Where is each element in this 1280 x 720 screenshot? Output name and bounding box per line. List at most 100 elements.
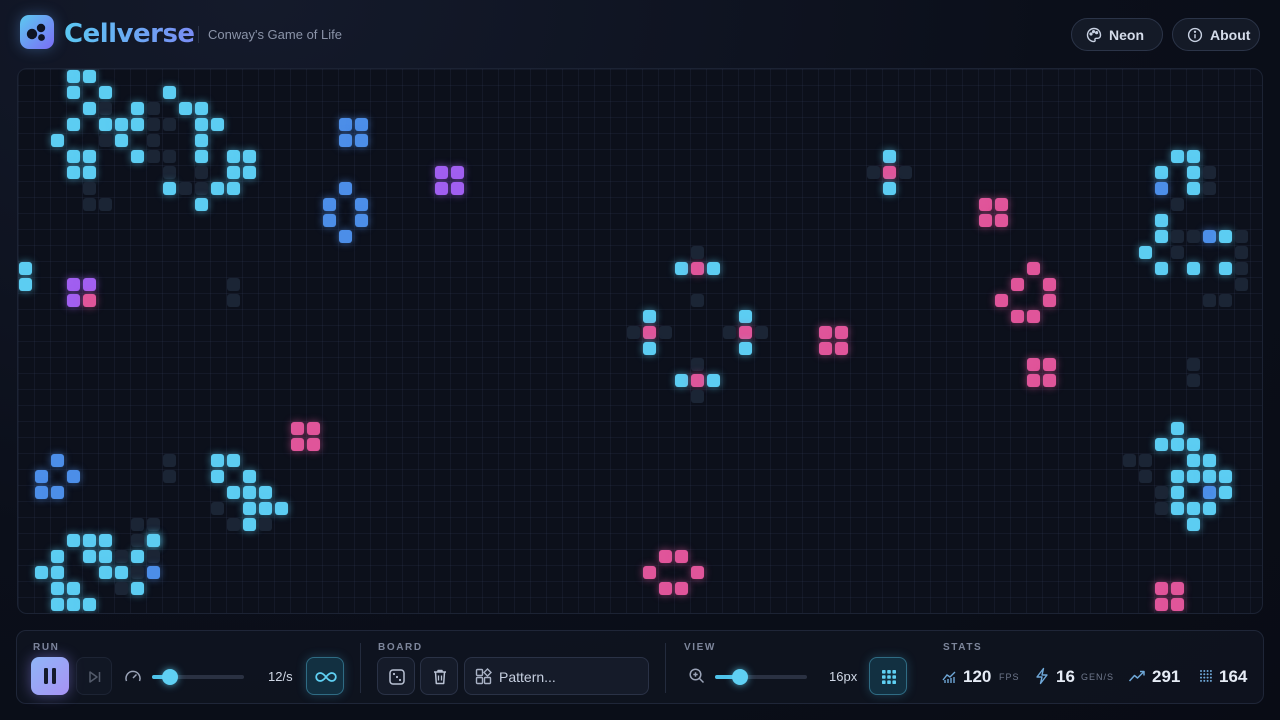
dead-cell-trail[interactable] bbox=[99, 134, 112, 147]
live-cell[interactable] bbox=[51, 582, 64, 595]
live-cell[interactable] bbox=[243, 518, 256, 531]
live-cell-pink[interactable] bbox=[307, 438, 320, 451]
live-cell-pink[interactable] bbox=[659, 550, 672, 563]
live-cell[interactable] bbox=[115, 566, 128, 579]
play-pause-button[interactable] bbox=[31, 657, 69, 695]
dead-cell-trail[interactable] bbox=[147, 550, 160, 563]
dead-cell-trail[interactable] bbox=[259, 518, 272, 531]
live-cell[interactable] bbox=[643, 342, 656, 355]
dead-cell-trail[interactable] bbox=[1139, 470, 1152, 483]
live-cell[interactable] bbox=[1187, 438, 1200, 451]
dead-cell-trail[interactable] bbox=[163, 454, 176, 467]
live-cell[interactable] bbox=[83, 166, 96, 179]
live-cell-pink[interactable] bbox=[1027, 374, 1040, 387]
live-cell[interactable] bbox=[707, 374, 720, 387]
live-cell-pink[interactable] bbox=[659, 582, 672, 595]
live-cell-pink[interactable] bbox=[643, 566, 656, 579]
live-cell-purple[interactable] bbox=[435, 166, 448, 179]
live-cell[interactable] bbox=[1203, 454, 1216, 467]
live-cell-pink[interactable] bbox=[1043, 278, 1056, 291]
live-cell[interactable] bbox=[227, 454, 240, 467]
live-cell-blue[interactable] bbox=[1203, 486, 1216, 499]
live-cell-pink[interactable] bbox=[291, 422, 304, 435]
dead-cell-trail[interactable] bbox=[899, 166, 912, 179]
dead-cell-trail[interactable] bbox=[1219, 294, 1232, 307]
dead-cell-trail[interactable] bbox=[1187, 358, 1200, 371]
dead-cell-trail[interactable] bbox=[867, 166, 880, 179]
dead-cell-trail[interactable] bbox=[227, 278, 240, 291]
speed-slider-thumb[interactable] bbox=[162, 669, 179, 685]
live-cell[interactable] bbox=[1171, 438, 1184, 451]
live-cell[interactable] bbox=[1171, 150, 1184, 163]
dead-cell-trail[interactable] bbox=[1171, 230, 1184, 243]
live-cell-blue[interactable] bbox=[147, 566, 160, 579]
live-cell[interactable] bbox=[675, 374, 688, 387]
live-cell[interactable] bbox=[883, 182, 896, 195]
live-cell[interactable] bbox=[179, 102, 192, 115]
live-cell[interactable] bbox=[67, 582, 80, 595]
live-cell[interactable] bbox=[243, 470, 256, 483]
live-cell[interactable] bbox=[147, 534, 160, 547]
live-cell-purple[interactable] bbox=[83, 278, 96, 291]
live-cell[interactable] bbox=[195, 134, 208, 147]
dead-cell-trail[interactable] bbox=[1235, 278, 1248, 291]
dead-cell-trail[interactable] bbox=[179, 182, 192, 195]
live-cell-pink[interactable] bbox=[1043, 358, 1056, 371]
live-cell[interactable] bbox=[163, 182, 176, 195]
live-cell-purple[interactable] bbox=[451, 182, 464, 195]
live-cell[interactable] bbox=[243, 486, 256, 499]
dead-cell-trail[interactable] bbox=[147, 118, 160, 131]
pattern-select[interactable]: Pattern... bbox=[464, 657, 649, 695]
live-cell[interactable] bbox=[675, 262, 688, 275]
live-cell-pink[interactable] bbox=[835, 342, 848, 355]
zoom-slider-thumb[interactable] bbox=[731, 669, 748, 685]
live-cell[interactable] bbox=[739, 310, 752, 323]
dead-cell-trail[interactable] bbox=[147, 102, 160, 115]
randomize-button[interactable] bbox=[377, 657, 415, 695]
live-cell[interactable] bbox=[259, 502, 272, 515]
live-cell-pink[interactable] bbox=[819, 342, 832, 355]
dead-cell-trail[interactable] bbox=[1203, 166, 1216, 179]
live-cell[interactable] bbox=[51, 566, 64, 579]
live-cell[interactable] bbox=[131, 550, 144, 563]
live-cell[interactable] bbox=[163, 86, 176, 99]
live-cell-blue[interactable] bbox=[339, 230, 352, 243]
live-cell[interactable] bbox=[739, 342, 752, 355]
live-cell[interactable] bbox=[67, 150, 80, 163]
dead-cell-trail[interactable] bbox=[1203, 294, 1216, 307]
live-cell-pink[interactable] bbox=[1155, 582, 1168, 595]
live-cell[interactable] bbox=[67, 70, 80, 83]
dead-cell-trail[interactable] bbox=[163, 470, 176, 483]
dead-cell-trail[interactable] bbox=[1139, 454, 1152, 467]
live-cell[interactable] bbox=[1155, 166, 1168, 179]
live-cell[interactable] bbox=[1187, 262, 1200, 275]
live-cell-pink[interactable] bbox=[1171, 582, 1184, 595]
live-cell-purple[interactable] bbox=[451, 166, 464, 179]
dead-cell-trail[interactable] bbox=[723, 326, 736, 339]
live-cell-pink[interactable] bbox=[1043, 374, 1056, 387]
live-cell[interactable] bbox=[195, 102, 208, 115]
live-cell[interactable] bbox=[1155, 230, 1168, 243]
dead-cell-trail[interactable] bbox=[115, 582, 128, 595]
dead-cell-trail[interactable] bbox=[195, 166, 208, 179]
live-cell[interactable] bbox=[67, 86, 80, 99]
live-cell-blue[interactable] bbox=[339, 118, 352, 131]
live-cell[interactable] bbox=[1219, 230, 1232, 243]
live-cell-pink[interactable] bbox=[675, 582, 688, 595]
live-cell[interactable] bbox=[99, 534, 112, 547]
live-cell[interactable] bbox=[131, 102, 144, 115]
dead-cell-trail[interactable] bbox=[691, 358, 704, 371]
live-cell[interactable] bbox=[51, 550, 64, 563]
live-cell[interactable] bbox=[1171, 502, 1184, 515]
live-cell[interactable] bbox=[67, 598, 80, 611]
dead-cell-trail[interactable] bbox=[659, 326, 672, 339]
live-cell-pink[interactable] bbox=[979, 198, 992, 211]
live-cell-pink[interactable] bbox=[995, 214, 1008, 227]
live-cell-pink[interactable] bbox=[307, 422, 320, 435]
live-cell[interactable] bbox=[227, 166, 240, 179]
live-cell[interactable] bbox=[131, 582, 144, 595]
live-cell-pink[interactable] bbox=[1011, 278, 1024, 291]
live-cell[interactable] bbox=[643, 310, 656, 323]
dead-cell-trail[interactable] bbox=[227, 518, 240, 531]
live-cell[interactable] bbox=[1187, 182, 1200, 195]
